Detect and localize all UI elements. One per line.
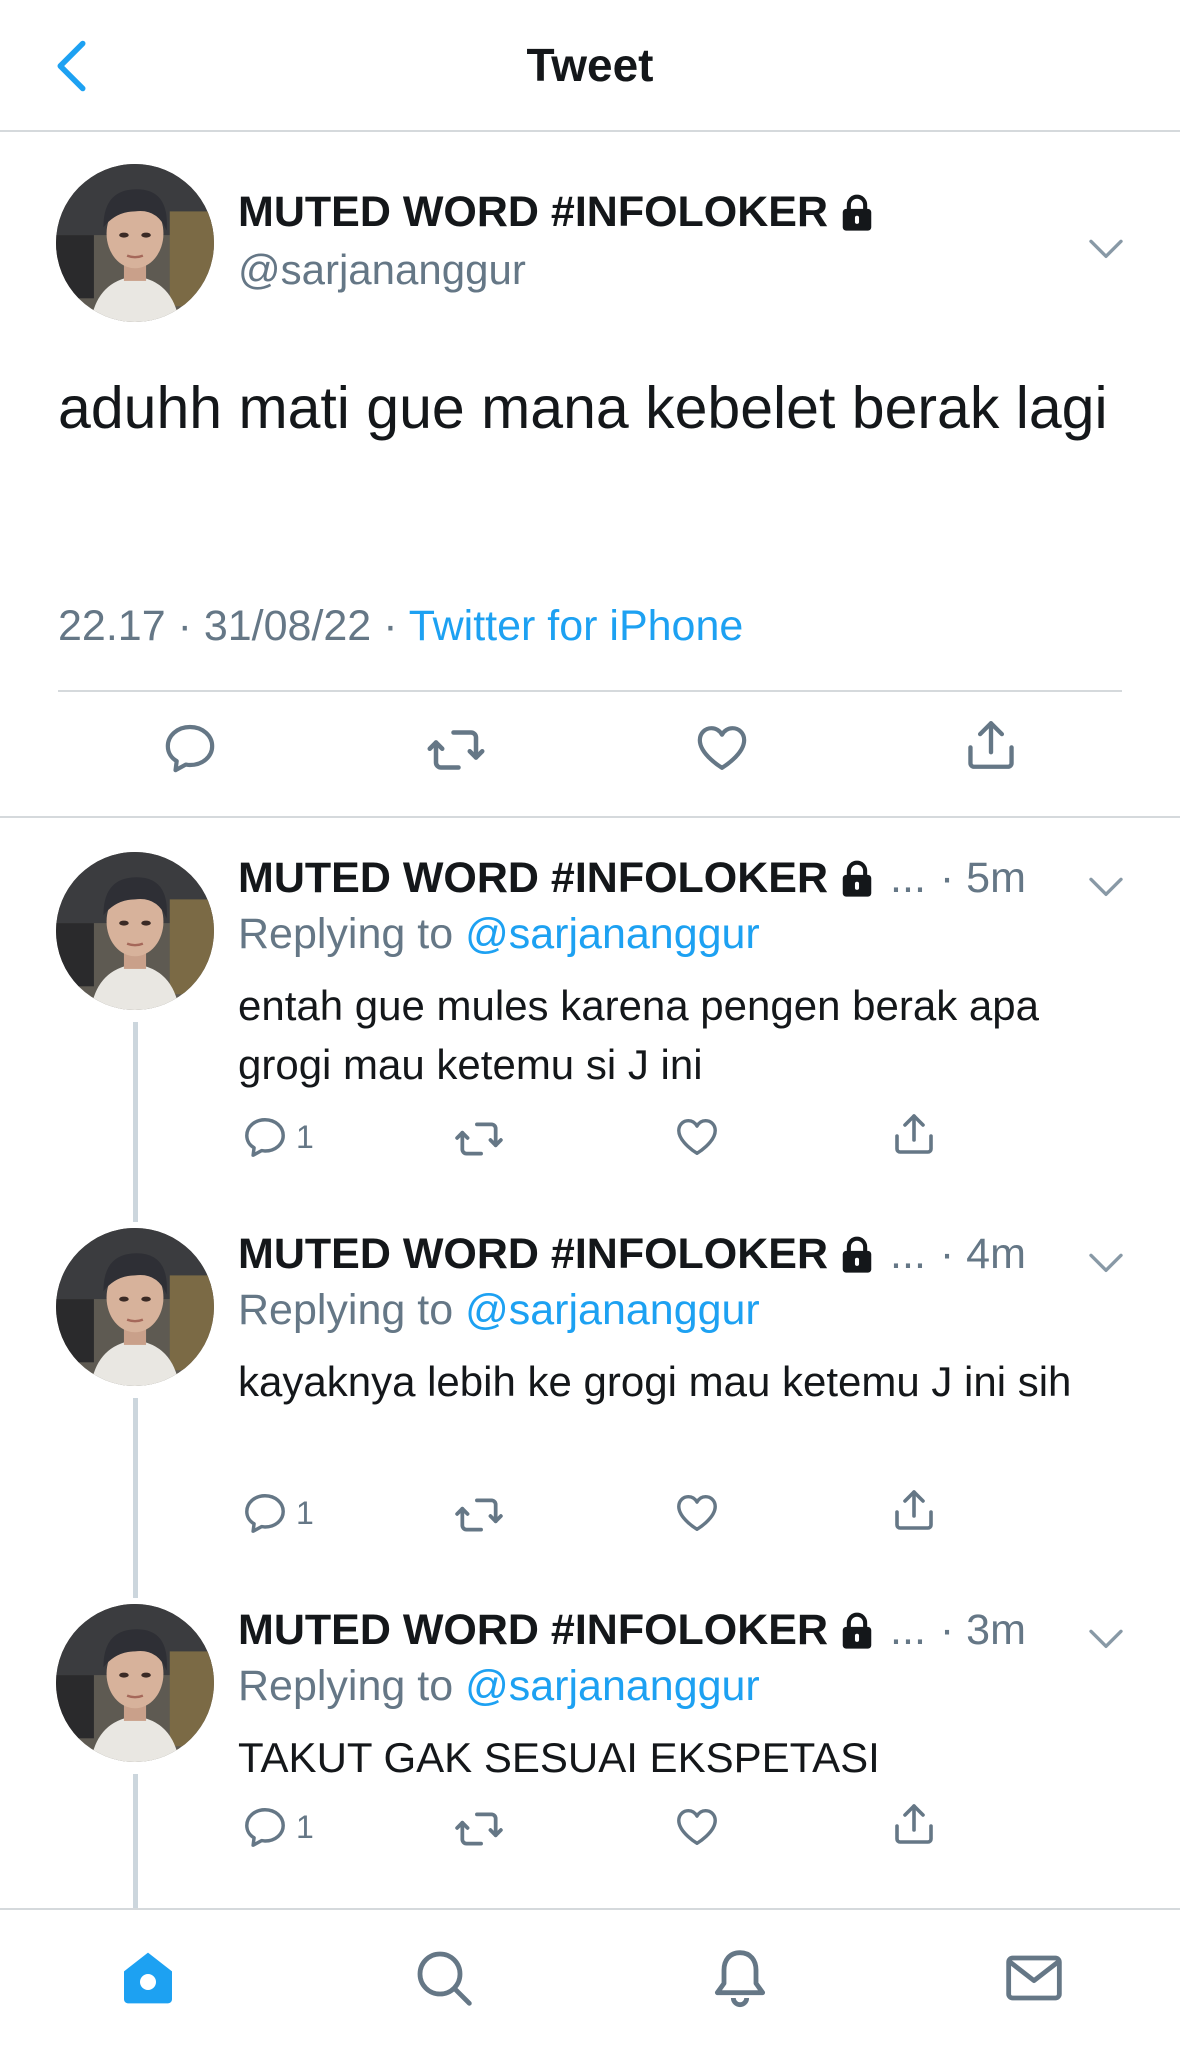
reply-count: 1 [296,1808,314,1845]
retweet-button[interactable] [454,1490,504,1540]
reply-count: 1 [296,1494,314,1531]
tweet-meta: 22.17 · 31/08/22 · Twitter for iPhone [58,602,743,651]
messages-icon[interactable] [1002,1946,1066,2010]
retweet-button[interactable] [426,720,486,780]
replying-prefix: Replying to [238,1662,454,1710]
chevron-down-icon[interactable] [1086,228,1126,268]
top-bar: Tweet [0,0,1180,132]
share-button[interactable] [890,1110,938,1158]
meta-separator: · [383,602,409,650]
tweet-actions [0,720,1180,800]
tweet-text: kayaknya lebih ke grogi mau ketemu J ini… [238,1358,1072,1405]
tweet-time: 22.17 [58,602,166,650]
avatar[interactable] [56,1604,214,1762]
chevron-down-icon[interactable] [1086,1242,1126,1282]
replying-handle-link[interactable]: @sarjananggur [465,1286,760,1334]
bottom-nav [0,1908,1180,2050]
like-button[interactable] [694,720,750,776]
like-button[interactable] [674,1490,720,1536]
retweet-icon [454,1490,504,1540]
tweet-text: TAKUT GAK SESUAI EKSPETASI [238,1734,880,1781]
like-button[interactable] [674,1804,720,1850]
reply-icon [242,1804,288,1850]
author-name[interactable]: MUTED WORD #INFOLOKER [238,1606,828,1655]
search-icon[interactable] [412,1946,476,2010]
avatar[interactable] [56,164,214,322]
reply-icon [162,720,218,776]
replying-handle-link[interactable]: @sarjananggur [465,910,760,958]
main-tweet: MUTED WORD #INFOLOKER @sarjananggur aduh… [0,130,1180,818]
share-icon [962,716,1020,774]
lock-icon [840,1612,874,1650]
meta-separator: · [177,602,204,650]
tweet-date: 31/08/22 [203,602,372,650]
reply-count: 1 [296,1118,314,1155]
replying-to: Replying to @sarjananggur [238,1286,760,1335]
reply-icon [242,1114,288,1160]
tweet-actions: 1 [0,1804,1180,1864]
name-ellipsis: ... [890,1230,926,1278]
page-title: Tweet [526,39,654,91]
retweet-icon [426,720,486,780]
tweet-text: entah gue mules karena pengen berak apa … [238,982,1039,1088]
reply-button[interactable]: 1 [242,1490,314,1536]
author-name[interactable]: MUTED WORD #INFOLOKER [238,188,828,237]
replying-prefix: Replying to [238,1286,454,1334]
author-name[interactable]: MUTED WORD #INFOLOKER [238,1230,828,1279]
heart-icon [674,1490,720,1536]
author-name-row: MUTED WORD #INFOLOKER ... · 4m [238,1230,1026,1279]
author-name-row: MUTED WORD #INFOLOKER [238,188,874,237]
lock-icon [840,194,874,232]
author-name-row: MUTED WORD #INFOLOKER ... · 5m [238,854,1026,903]
divider [58,690,1122,692]
share-button[interactable] [890,1800,938,1848]
author-handle[interactable]: @sarjananggur [238,246,526,294]
share-icon [890,1800,938,1848]
name-ellipsis: ... [890,1606,926,1654]
avatar[interactable] [56,1228,214,1386]
replying-to: Replying to @sarjananggur [238,1662,760,1711]
avatar[interactable] [56,852,214,1010]
reply-button[interactable]: 1 [242,1804,314,1850]
share-button[interactable] [962,716,1020,774]
reply-tweet: MUTED WORD #INFOLOKER ... · 3m Replying … [0,1604,1180,1908]
heart-icon [674,1114,720,1160]
tweet-actions: 1 [0,1490,1180,1550]
reply-icon [242,1490,288,1536]
name-ellipsis: ... [890,854,926,902]
heart-icon [694,720,750,776]
reply-button[interactable]: 1 [242,1114,314,1160]
retweet-icon [454,1114,504,1164]
chevron-down-icon[interactable] [1086,1618,1126,1658]
reply-tweet: MUTED WORD #INFOLOKER ... · 4m Replying … [0,1228,1180,1598]
author-name[interactable]: MUTED WORD #INFOLOKER [238,854,828,903]
share-icon [890,1110,938,1158]
author-name-row: MUTED WORD #INFOLOKER ... · 3m [238,1606,1026,1655]
reply-button[interactable] [162,720,218,776]
replying-to: Replying to @sarjananggur [238,910,760,959]
home-icon[interactable] [116,1946,180,2010]
tweet-source-link[interactable]: Twitter for iPhone [409,602,744,650]
tweet-time: · 3m [939,1606,1026,1654]
reply-tweet: MUTED WORD #INFOLOKER ... · 5m Replying … [0,852,1180,1222]
retweet-button[interactable] [454,1804,504,1854]
retweet-icon [454,1804,504,1854]
tweet-time: · 4m [939,1230,1026,1278]
tweet-actions: 1 [0,1114,1180,1174]
notifications-icon[interactable] [708,1946,772,2010]
retweet-button[interactable] [454,1114,504,1164]
like-button[interactable] [674,1114,720,1160]
replying-prefix: Replying to [238,910,454,958]
lock-icon [840,1236,874,1274]
share-button[interactable] [890,1486,938,1534]
heart-icon [674,1804,720,1850]
chevron-down-icon[interactable] [1086,866,1126,906]
replying-handle-link[interactable]: @sarjananggur [465,1662,760,1710]
tweet-time: · 5m [939,854,1026,902]
lock-icon [840,860,874,898]
share-icon [890,1486,938,1534]
tweet-text: aduhh mati gue mana kebelet berak lagi [58,375,1108,441]
